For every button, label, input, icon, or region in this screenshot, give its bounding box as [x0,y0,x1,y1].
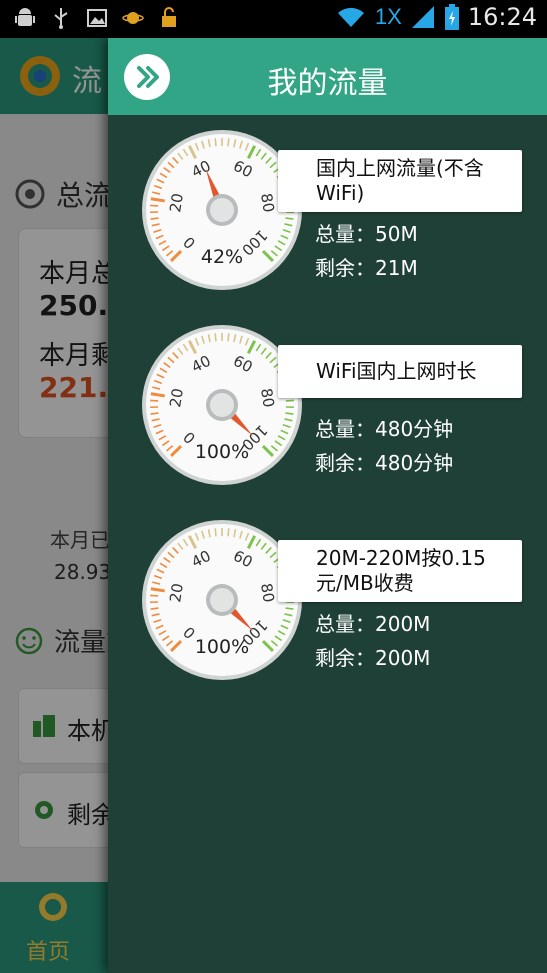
item-label: 20M-220M按0.15元/MB收费 [278,540,522,602]
gauge-tick-label: 20 [166,192,187,214]
total-stat: 总量：200M [315,612,431,636]
percent-label: 100% [194,441,250,463]
gauge-tick [227,528,230,537]
remaining-stat: 剩余：480分钟 [315,451,454,475]
signal-icon [411,6,434,28]
status-bar: 1X 16:24 [0,0,547,38]
drawer-title: 我的流量 [267,66,388,101]
gauge-tick [227,138,230,147]
network-type: 1X [374,4,402,29]
gauge-tick [285,399,294,402]
lock-icon [162,7,176,27]
gauge-hub-inner [210,198,234,222]
total-stat: 总量：480分钟 [315,417,454,441]
gauge-tick-label: 80 [257,387,278,409]
percent-label: 42% [200,246,244,268]
gauge-tick [150,594,159,597]
gauge-tick [214,333,217,342]
percent-label: 100% [194,636,250,658]
remaining-stat: 剩余：21M [315,256,418,280]
gauge-tick [227,333,230,342]
battery-icon [444,4,459,30]
traffic-item[interactable]: 0 20 40 60 80 100 国内上网流量(不含WiFi) 总量：50M 剩余：21… [108,128,547,298]
gauge-tick-label: 20 [166,582,187,604]
total-stat: 总量：50M [315,222,418,246]
remaining-stat: 剩余：200M [315,646,431,670]
wifi-icon [337,7,364,27]
clock: 16:24 [467,3,537,31]
gauge-hub-inner [210,588,234,612]
usb-icon [54,8,68,29]
gauge-tick [285,607,294,610]
gauge-tick [285,412,294,415]
gauge-tick [150,412,159,415]
traffic-item[interactable]: 0 20 40 60 80 100 WiFi国内上网时长 总量：480分钟 剩余：480分… [108,323,547,493]
gauge-tick [150,204,159,207]
item-label: WiFi国内上网时长 [278,345,522,398]
gauge-tick [150,399,159,402]
gauge-tick-label: 80 [257,582,278,604]
image-icon [87,9,107,27]
planet-icon [122,12,144,24]
gauge-tick [150,217,159,220]
item-label: 国内上网流量(不含WiFi) [278,150,522,212]
traffic-drawer: 我的流量 0 20 40 60 80 100 国内上网流量(不含WiFi) 总量：50M … [108,38,547,973]
android-debug-icon [15,8,35,26]
gauge-tick [285,217,294,220]
gauge-tick [214,528,217,537]
gauge-hub-inner [210,393,234,417]
gauge-tick [150,607,159,610]
gauge-tick-label: 80 [257,192,278,214]
drawer-header: 我的流量 [108,38,547,115]
gauge-tick [214,138,217,147]
gauge-tick-label: 20 [166,387,187,409]
traffic-item[interactable]: 0 20 40 60 80 100 20M-220M按0.15元/MB收费 总量：200M… [108,518,547,688]
